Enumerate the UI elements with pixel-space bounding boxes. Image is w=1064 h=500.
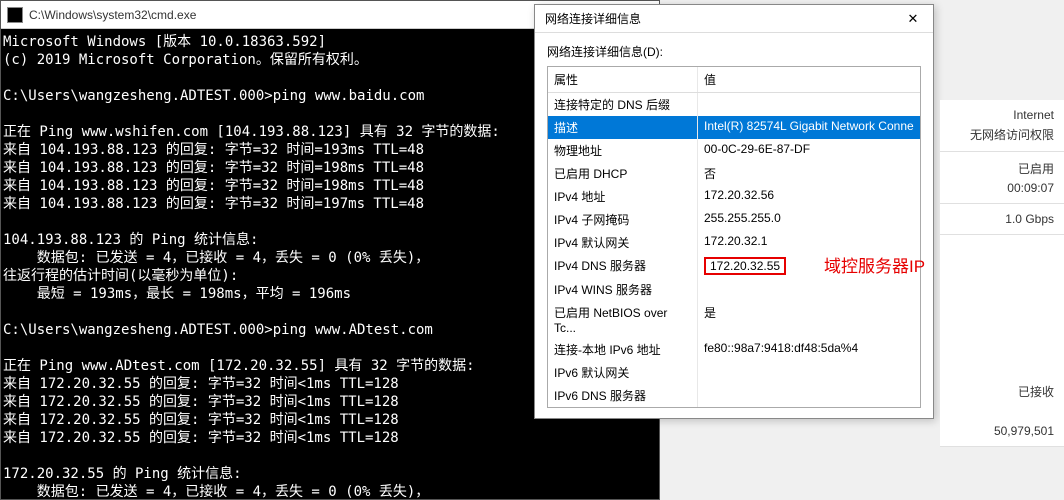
table-row[interactable]: IPv4 子网掩码255.255.255.0 bbox=[548, 208, 920, 231]
property-value bbox=[698, 384, 920, 407]
property-value: Intel(R) 82574L Gigabit Network Conne bbox=[698, 116, 920, 139]
property-name: 连接-本地 IPv6 地址 bbox=[548, 338, 698, 361]
table-row[interactable]: IPv4 WINS 服务器 bbox=[548, 278, 920, 301]
property-value: 00-0C-29-6E-87-DF bbox=[698, 139, 920, 162]
table-row[interactable]: 连接特定的 DNS 后缀 bbox=[548, 93, 920, 116]
property-name: IPv4 地址 bbox=[548, 185, 698, 208]
property-name: 物理地址 bbox=[548, 139, 698, 162]
property-name: IPv6 DNS 服务器 bbox=[548, 384, 698, 407]
status-value: 无网络访问权限 bbox=[950, 126, 1054, 143]
table-row[interactable]: 已启用 NetBIOS over Tc...是 bbox=[548, 301, 920, 338]
table-row[interactable]: 已启用 DHCP否 bbox=[548, 162, 920, 185]
status-received: 已接收 50,979,501 bbox=[940, 375, 1064, 447]
property-value: 172.20.32.1 bbox=[698, 231, 920, 254]
status-speed: 1.0 Gbps bbox=[940, 204, 1064, 235]
close-button[interactable]: ✕ bbox=[899, 8, 927, 30]
table-row[interactable]: IPv4 默认网关172.20.32.1 bbox=[548, 231, 920, 254]
cmd-title: C:\Windows\system32\cmd.exe bbox=[29, 8, 196, 22]
dialog-body: 网络连接详细信息(D): 属性 值 连接特定的 DNS 后缀描述Intel(R)… bbox=[535, 33, 933, 418]
property-name: IPv4 WINS 服务器 bbox=[548, 278, 698, 301]
property-name: IPv6 默认网关 bbox=[548, 361, 698, 384]
annotation-label: 域控服务器IP bbox=[824, 252, 925, 277]
properties-table: 属性 值 连接特定的 DNS 后缀描述Intel(R) 82574L Gigab… bbox=[547, 66, 921, 408]
property-value bbox=[698, 278, 920, 301]
status-label: Internet bbox=[950, 108, 1054, 122]
list-label: 网络连接详细信息(D): bbox=[547, 43, 921, 60]
property-value bbox=[698, 93, 920, 116]
dns-highlight-box: 172.20.32.55 bbox=[704, 257, 786, 275]
property-value: 是 bbox=[698, 301, 920, 338]
header-value[interactable]: 值 bbox=[698, 67, 920, 92]
header-property[interactable]: 属性 bbox=[548, 67, 698, 92]
property-value: 172.20.32.56 bbox=[698, 185, 920, 208]
status-value: 1.0 Gbps bbox=[950, 212, 1054, 226]
property-name: 描述 bbox=[548, 116, 698, 139]
table-row[interactable]: 连接-本地 IPv6 地址fe80::98a7:9418:df48:5da%4 bbox=[548, 338, 920, 361]
table-row[interactable]: IPv6 默认网关 bbox=[548, 361, 920, 384]
status-value: 50,979,501 bbox=[950, 424, 1054, 438]
table-row[interactable]: 物理地址00-0C-29-6E-87-DF bbox=[548, 139, 920, 162]
property-name: IPv4 DNS 服务器 bbox=[548, 254, 698, 278]
property-name: 连接特定的 DNS 后缀 bbox=[548, 93, 698, 116]
property-name: IPv4 子网掩码 bbox=[548, 208, 698, 231]
table-header: 属性 值 bbox=[548, 67, 920, 93]
status-enabled: 已启用 00:09:07 bbox=[940, 152, 1064, 204]
dialog-title: 网络连接详细信息 bbox=[545, 10, 641, 27]
status-label: 已接收 bbox=[950, 383, 1054, 400]
property-name: IPv4 默认网关 bbox=[548, 231, 698, 254]
status-label: 已启用 bbox=[950, 160, 1054, 177]
property-name: 已启用 DHCP bbox=[548, 162, 698, 185]
network-details-dialog: 网络连接详细信息 ✕ 网络连接详细信息(D): 属性 值 连接特定的 DNS 后… bbox=[534, 4, 934, 419]
table-row[interactable]: IPv4 地址172.20.32.56 bbox=[548, 185, 920, 208]
status-value: 00:09:07 bbox=[950, 181, 1054, 195]
property-name: 已启用 NetBIOS over Tc... bbox=[548, 301, 698, 338]
table-row[interactable]: IPv6 DNS 服务器 bbox=[548, 384, 920, 407]
status-internet: Internet 无网络访问权限 bbox=[940, 100, 1064, 152]
status-right-panel: Internet 无网络访问权限 已启用 00:09:07 1.0 Gbps 已… bbox=[940, 100, 1064, 447]
table-body: 连接特定的 DNS 后缀描述Intel(R) 82574L Gigabit Ne… bbox=[548, 93, 920, 407]
property-value: 否 bbox=[698, 162, 920, 185]
table-row[interactable]: 描述Intel(R) 82574L Gigabit Network Conne bbox=[548, 116, 920, 139]
property-value: 255.255.255.0 bbox=[698, 208, 920, 231]
cmd-icon bbox=[7, 7, 23, 23]
dialog-titlebar[interactable]: 网络连接详细信息 ✕ bbox=[535, 5, 933, 33]
property-value bbox=[698, 361, 920, 384]
property-value: fe80::98a7:9418:df48:5da%4 bbox=[698, 338, 920, 361]
